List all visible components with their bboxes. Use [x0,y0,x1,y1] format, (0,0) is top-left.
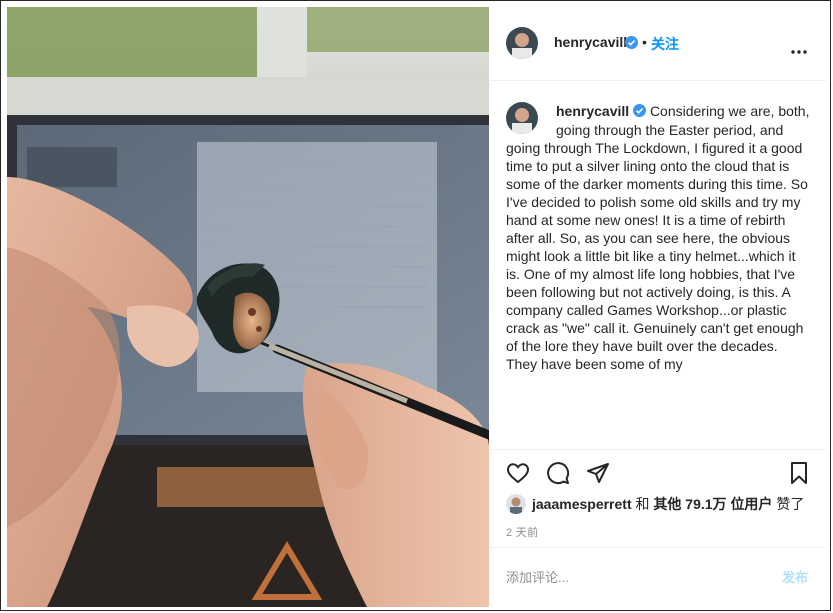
caption-text: Considering we are, both, going through … [506,103,810,372]
caption-author-avatar[interactable] [506,102,538,134]
likes-summary[interactable]: jaaamesperrett 和 其他 79.1万 位用户 赞了 [506,494,804,516]
verified-badge-icon [625,36,638,54]
liker-username[interactable]: jaaamesperrett [532,496,632,512]
post-header: henrycavill • 关注 [490,7,826,81]
post-timestamp[interactable]: 2 天前 [506,524,538,540]
post-sidebar: henrycavill • 关注 henrycavill Considering… [490,7,826,607]
avatar-image [506,494,526,514]
verified-badge-icon [633,103,647,121]
follow-button[interactable]: 关注 [651,34,679,54]
post-comment-button[interactable]: 发布 [782,567,808,586]
author-username[interactable]: henrycavill [554,34,627,50]
likes-count[interactable]: 79.1万 [685,496,726,512]
comment-divider [490,547,826,548]
heart-icon[interactable] [506,461,530,490]
header-separator: • [642,34,647,50]
post-photo[interactable] [7,7,489,607]
avatar-image [506,102,538,134]
more-horizontal-icon[interactable] [791,41,807,59]
likes-connector: 和 [635,496,650,512]
comment-icon[interactable] [546,461,570,490]
likes-users-label[interactable]: 位用户 [730,496,772,512]
actions-divider [490,449,826,450]
caption-body: henrycavill Considering we are, both, go… [506,102,812,373]
likes-others-label[interactable]: 其他 [653,496,681,512]
post-photo-image [7,7,489,607]
bookmark-icon[interactable] [787,461,811,490]
avatar-image [506,27,538,59]
post-caption: henrycavill Considering we are, both, go… [506,102,812,447]
instagram-post-modal: henrycavill • 关注 henrycavill Considering… [0,0,831,611]
likes-liked-label: 赞了 [776,496,805,512]
comment-input[interactable]: 添加评论... [506,567,569,586]
share-icon[interactable] [586,461,610,490]
author-avatar[interactable] [506,27,538,59]
liker-avatar[interactable] [506,494,526,514]
caption-username[interactable]: henrycavill [556,103,629,119]
